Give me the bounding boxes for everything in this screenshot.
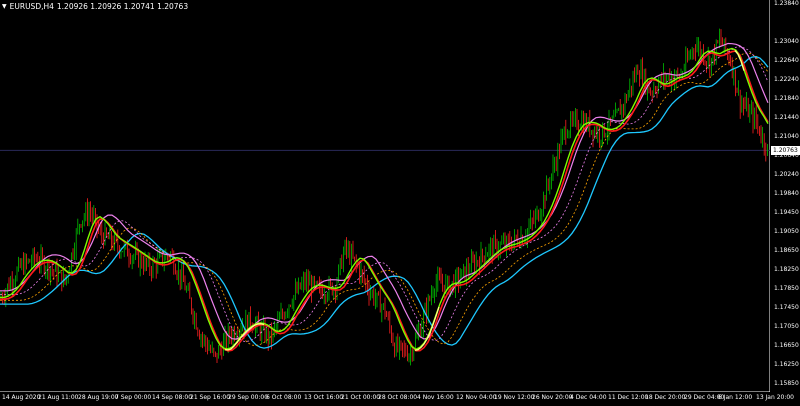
price-tick-label: 1.23040 xyxy=(774,38,799,46)
price-tick-label: 1.21840 xyxy=(774,95,799,103)
time-tick-label: 29 Sep 00:00 xyxy=(228,394,269,401)
time-tick-label: 18 Dec 20:00 xyxy=(645,394,686,401)
current-price-marker: 1.20763 xyxy=(771,145,800,155)
time-tick-label: 28 Aug 19:00 xyxy=(78,394,119,401)
indicator-line-violet xyxy=(0,42,769,340)
ohlc-values: 1.20926 1.20926 1.20741 1.20763 xyxy=(56,2,189,11)
time-tick-label: 7 Sep 00:00 xyxy=(115,394,152,401)
dropdown-triangle-icon[interactable]: ▼ xyxy=(2,2,7,12)
price-tick-label: 1.17850 xyxy=(774,284,799,292)
indicator-line-blue xyxy=(0,55,769,349)
price-tick-label: 1.16650 xyxy=(774,341,799,349)
price-tick-label: 1.18250 xyxy=(774,265,799,273)
time-tick-label: 6 Jan 12:00 xyxy=(718,394,753,401)
price-tick-label: 1.20240 xyxy=(774,171,799,179)
time-tick-label: 26 Nov 20:00 xyxy=(532,394,573,401)
indicator-line-orange-dotted xyxy=(0,52,769,346)
indicator-line-lime xyxy=(0,47,769,350)
time-tick-label: 13 Jan 20:00 xyxy=(756,394,794,401)
indicator-line-violet-dotted xyxy=(0,46,769,342)
price-tick-label: 1.18650 xyxy=(774,246,799,254)
chart-window[interactable]: ▼ EURUSD,H4 1.20926 1.20926 1.20741 1.20… xyxy=(0,0,800,406)
price-tick-label: 1.19050 xyxy=(774,227,799,235)
time-tick-label: 6 Oct 08:00 xyxy=(266,394,302,401)
time-tick-label: 19 Nov 12:00 xyxy=(494,394,535,401)
time-tick-label: 21 Sep 16:00 xyxy=(190,394,231,401)
price-axis[interactable]: 1.23840 1.23040 1.22640 1.22240 1.21840 1.214… xyxy=(770,0,800,392)
time-tick-label: 4 Nov 16:00 xyxy=(417,394,454,401)
price-tick-label: 1.23840 xyxy=(774,0,799,7)
time-tick-label: 21 Aug 11:00 xyxy=(38,394,79,401)
price-chart-canvas[interactable] xyxy=(0,0,770,392)
price-tick-label: 1.22640 xyxy=(774,57,799,65)
price-tick-label: 1.17050 xyxy=(774,322,799,330)
price-tick-label: 1.15850 xyxy=(774,380,799,387)
price-tick-label: 1.19840 xyxy=(774,190,799,198)
chart-title: ▼ EURUSD,H4 1.20926 1.20926 1.20741 1.20… xyxy=(2,2,188,12)
time-axis[interactable]: 14 Aug 2020 21 Aug 11:00 28 Aug 19:00 7 Sep… xyxy=(0,392,794,406)
indicator-line-red xyxy=(0,49,769,352)
price-tick-label: 1.17450 xyxy=(774,303,799,311)
time-tick-label: 13 Oct 16:00 xyxy=(304,394,344,401)
price-tick-label: 1.21040 xyxy=(774,133,799,141)
time-tick-label: 28 Oct 08:00 xyxy=(378,394,418,401)
time-tick-label: 21 Oct 00:00 xyxy=(341,394,381,401)
time-tick-label: 14 Aug 2020 xyxy=(2,394,41,401)
time-tick-label: 12 Nov 04:00 xyxy=(456,394,497,401)
price-tick-label: 1.19450 xyxy=(774,208,799,216)
time-tick-label: 14 Sep 08:00 xyxy=(152,394,193,401)
time-tick-label: 11 Dec 12:00 xyxy=(608,394,649,401)
price-tick-label: 1.22240 xyxy=(774,76,799,84)
symbol-label: EURUSD,H4 xyxy=(9,2,54,11)
price-tick-label: 1.16250 xyxy=(774,360,799,368)
price-tick-label: 1.21440 xyxy=(774,114,799,122)
time-tick-label: 4 Dec 04:00 xyxy=(570,394,607,401)
